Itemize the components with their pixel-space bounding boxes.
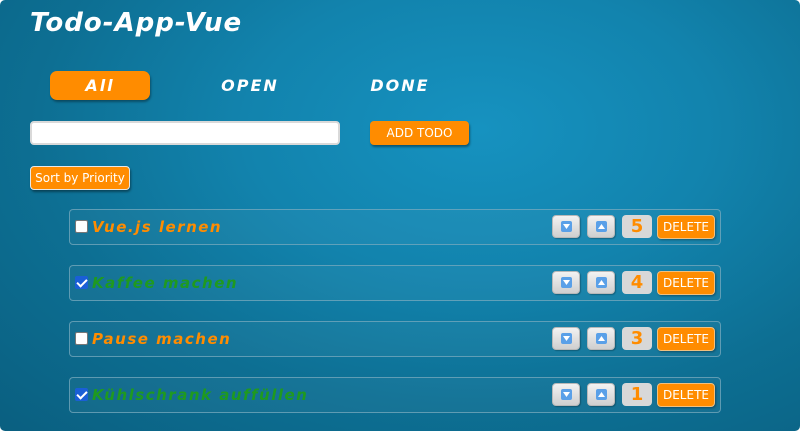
todo-item: Pause machen 3 DELETE: [69, 321, 721, 357]
priority-value: 4: [622, 271, 652, 294]
todo-checkbox[interactable]: [75, 276, 88, 289]
todo-checkbox[interactable]: [75, 220, 88, 233]
todo-text: Kaffee machen: [92, 274, 239, 292]
todo-text: Vue.js lernen: [92, 218, 223, 236]
priority-down-button[interactable]: [552, 271, 580, 294]
delete-button[interactable]: DELETE: [657, 215, 715, 239]
priority-value: 3: [622, 327, 652, 350]
todo-text: Kühlschrank auffüllen: [92, 386, 309, 404]
priority-down-button[interactable]: [552, 327, 580, 350]
arrow-up-icon: [596, 333, 607, 344]
priority-down-button[interactable]: [552, 215, 580, 238]
todo-text: Pause machen: [92, 330, 232, 348]
priority-up-button[interactable]: [587, 327, 615, 350]
todo-item: Kühlschrank auffüllen 1 DELETE: [69, 377, 721, 413]
priority-up-button[interactable]: [587, 383, 615, 406]
priority-up-button[interactable]: [587, 215, 615, 238]
todo-item: Kaffee machen 4 DELETE: [69, 265, 721, 301]
delete-button[interactable]: DELETE: [657, 327, 715, 351]
filter-all-tab[interactable]: All: [50, 71, 150, 100]
filter-open-tab[interactable]: OPEN: [200, 71, 300, 100]
arrow-up-icon: [596, 277, 607, 288]
priority-up-button[interactable]: [587, 271, 615, 294]
arrow-down-icon: [561, 277, 572, 288]
todo-list: Vue.js lernen 5 DELETE Kaffee machen 4 D…: [69, 209, 721, 431]
delete-button[interactable]: DELETE: [657, 383, 715, 407]
new-todo-input[interactable]: [30, 121, 340, 145]
arrow-down-icon: [561, 221, 572, 232]
add-todo-button[interactable]: ADD TODO: [370, 121, 469, 145]
delete-button[interactable]: DELETE: [657, 271, 715, 295]
arrow-up-icon: [596, 221, 607, 232]
todo-checkbox[interactable]: [75, 332, 88, 345]
filter-done-tab[interactable]: DONE: [350, 71, 450, 100]
arrow-up-icon: [596, 389, 607, 400]
todo-checkbox[interactable]: [75, 388, 88, 401]
todo-item: Vue.js lernen 5 DELETE: [69, 209, 721, 245]
arrow-down-icon: [561, 389, 572, 400]
priority-value: 5: [622, 215, 652, 238]
arrow-down-icon: [561, 333, 572, 344]
priority-value: 1: [622, 383, 652, 406]
app-title: Todo-App-Vue: [30, 8, 243, 38]
sort-by-priority-button[interactable]: Sort by Priority: [30, 166, 130, 190]
todo-app: Todo-App-Vue All OPEN DONE ADD TODO Sort…: [0, 0, 800, 431]
priority-down-button[interactable]: [552, 383, 580, 406]
